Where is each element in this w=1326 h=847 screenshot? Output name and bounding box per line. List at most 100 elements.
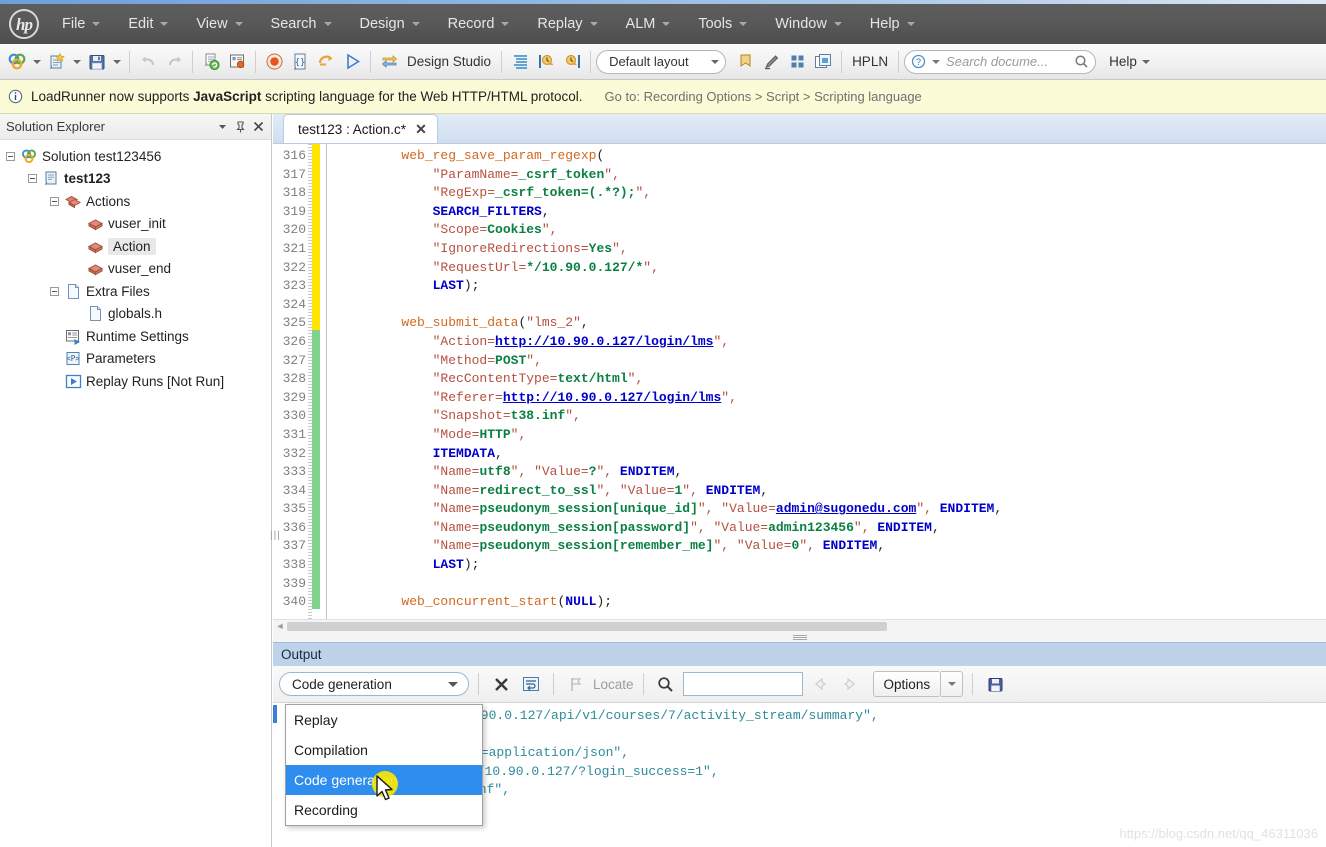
dropdown-item-compilation[interactable]: Compilation <box>286 735 482 765</box>
search-icon[interactable] <box>1074 54 1089 69</box>
tree-item-vuser-end[interactable]: vuser_end <box>4 258 271 281</box>
hpln-label[interactable]: HPLN <box>847 54 893 69</box>
code-line[interactable]: "Name=pseudonym_session[remember_me]", "… <box>339 537 1326 556</box>
code-line[interactable]: "Method=POST", <box>339 352 1326 371</box>
dropdown-item-replay[interactable]: Replay <box>286 705 482 735</box>
output-search-input[interactable] <box>682 672 803 696</box>
menu-item-edit[interactable]: Edit <box>114 4 182 44</box>
run-icon[interactable] <box>339 48 365 76</box>
tree-item-solution-test123456[interactable]: Solution test123456 <box>4 145 271 168</box>
menu-item-design[interactable]: Design <box>346 4 434 44</box>
snapshot-icon[interactable]: {} <box>287 48 313 76</box>
vertical-splitter-handle[interactable]: ||| <box>270 530 280 546</box>
code-line[interactable]: "Scope=Cookies", <box>339 221 1326 240</box>
code-line[interactable]: "Name=redirect_to_ssl", "Value=1", ENDIT… <box>339 482 1326 501</box>
regenerate-script-icon[interactable] <box>198 48 224 76</box>
layout-selector[interactable]: Default layout <box>596 49 727 74</box>
code-text-content[interactable]: web_reg_save_param_regexp( "ParamName=_c… <box>327 144 1326 619</box>
record-icon[interactable] <box>261 48 287 76</box>
editor-tab-action-c[interactable]: test123 : Action.c* ✕ <box>283 114 438 143</box>
horizontal-splitter[interactable] <box>273 632 1326 642</box>
tree-item-actions[interactable]: Actions <box>4 190 271 213</box>
tree-expander-collapse-icon[interactable] <box>4 150 17 163</box>
scrollbar-thumb[interactable] <box>287 621 887 631</box>
tree-expander-collapse-icon[interactable] <box>26 172 39 185</box>
tree-item-vuser-init[interactable]: vuser_init <box>4 213 271 236</box>
notification-goto-link[interactable]: Go to: Recording Options > Script > Scri… <box>605 89 922 104</box>
menu-item-record[interactable]: Record <box>434 4 524 44</box>
save-icon[interactable] <box>84 48 110 76</box>
tree-expander-collapse-icon[interactable] <box>48 195 61 208</box>
menu-item-alm[interactable]: ALM <box>612 4 685 44</box>
word-wrap-icon[interactable] <box>518 671 544 697</box>
menu-item-replay[interactable]: Replay <box>523 4 611 44</box>
code-line[interactable] <box>339 575 1326 594</box>
tree-item-runtime-settings[interactable]: Runtime Settings <box>4 325 271 348</box>
search-input[interactable]: Search docume... <box>946 54 1068 69</box>
code-line[interactable]: "IgnoreRedirections=Yes", <box>339 240 1326 259</box>
code-line[interactable]: web_reg_save_param_regexp( <box>339 147 1326 166</box>
code-line[interactable]: "Name=utf8", "Value=?", ENDITEM, <box>339 463 1326 482</box>
help-chevron-down-icon[interactable] <box>1141 59 1150 64</box>
code-line[interactable] <box>339 296 1326 315</box>
end-transaction-icon[interactable] <box>559 48 585 76</box>
menu-item-file[interactable]: File <box>48 4 114 44</box>
menu-item-help[interactable]: Help <box>856 4 929 44</box>
tree-item-globals-h[interactable]: globals.h <box>4 303 271 326</box>
clear-output-icon[interactable] <box>488 671 514 697</box>
code-line[interactable]: LAST); <box>339 277 1326 296</box>
script-properties-icon[interactable] <box>224 48 250 76</box>
new-script-icon[interactable] <box>44 48 70 76</box>
save-dropdown[interactable] <box>110 48 124 76</box>
window-layout-icon[interactable] <box>810 48 836 76</box>
close-icon[interactable]: ✕ <box>415 121 427 138</box>
options-button[interactable]: Options <box>872 671 942 697</box>
scroll-left-icon[interactable]: ◄ <box>273 621 287 631</box>
close-icon[interactable] <box>249 118 267 136</box>
search-documentation-box[interactable]: ? Search docume... <box>904 49 1097 74</box>
output-filter-dropdown[interactable]: Code generation <box>279 672 469 696</box>
tree-expander-collapse-icon[interactable] <box>48 285 61 298</box>
code-line[interactable]: web_submit_data("lms_2", <box>339 314 1326 333</box>
tree-item-test123[interactable]: test123 <box>4 168 271 191</box>
code-line[interactable]: "RequestUrl=*/10.90.0.127/*", <box>339 259 1326 278</box>
design-studio-icon[interactable] <box>376 48 402 76</box>
editor-horizontal-scrollbar[interactable]: ◄ <box>273 619 1326 632</box>
code-line[interactable]: SEARCH_FILTERS, <box>339 203 1326 222</box>
code-editor[interactable]: 316 317 318 319 320 321 322 323 324 325 326 327 328 3… <box>273 144 1326 619</box>
chevron-down-icon[interactable] <box>213 118 231 136</box>
code-line[interactable]: web_concurrent_start(NULL); <box>339 593 1326 612</box>
new-solution-dropdown[interactable] <box>30 48 44 76</box>
tree-item-action[interactable]: Action <box>4 235 271 258</box>
code-line[interactable]: "Referer=http://10.90.0.127/login/lms", <box>339 389 1326 408</box>
tree-item-replay-runs-not-run[interactable]: Replay Runs [Not Run] <box>4 370 271 393</box>
design-studio-label[interactable]: Design Studio <box>402 54 496 69</box>
new-solution-icon[interactable] <box>4 48 30 76</box>
search-icon[interactable] <box>653 671 679 697</box>
steps-toolbox-icon[interactable] <box>507 48 533 76</box>
start-transaction-icon[interactable] <box>533 48 559 76</box>
pin-icon[interactable] <box>231 118 249 136</box>
search-scope-chevron-down-icon[interactable] <box>932 59 941 64</box>
grid-view-icon[interactable] <box>784 48 810 76</box>
tree-item-extra-files[interactable]: Extra Files <box>4 280 271 303</box>
menu-item-tools[interactable]: Tools <box>684 4 761 44</box>
code-line[interactable]: "Mode=HTTP", <box>339 426 1326 445</box>
code-line[interactable]: LAST); <box>339 556 1326 575</box>
code-line[interactable]: "Name=pseudonym_session[unique_id]", "Va… <box>339 500 1326 519</box>
bookmark-icon[interactable] <box>732 48 758 76</box>
code-line[interactable]: ITEMDATA, <box>339 445 1326 464</box>
new-script-dropdown[interactable] <box>70 48 84 76</box>
code-line[interactable]: "Action=http://10.90.0.127/login/lms", <box>339 333 1326 352</box>
code-line[interactable]: "RecContentType=text/html", <box>339 370 1326 389</box>
menu-item-window[interactable]: Window <box>761 4 856 44</box>
replay-step-icon[interactable] <box>313 48 339 76</box>
menu-item-view[interactable]: View <box>182 4 256 44</box>
menu-item-search[interactable]: Search <box>257 4 346 44</box>
code-line[interactable]: "RegExp=_csrf_token=(.*?);", <box>339 184 1326 203</box>
help-menu-label[interactable]: Help <box>1104 54 1142 69</box>
save-icon[interactable] <box>982 671 1008 697</box>
code-line[interactable]: "ParamName=_csrf_token", <box>339 166 1326 185</box>
tree-item-parameters[interactable]: <P> Parameters <box>4 348 271 371</box>
highlighter-icon[interactable] <box>758 48 784 76</box>
